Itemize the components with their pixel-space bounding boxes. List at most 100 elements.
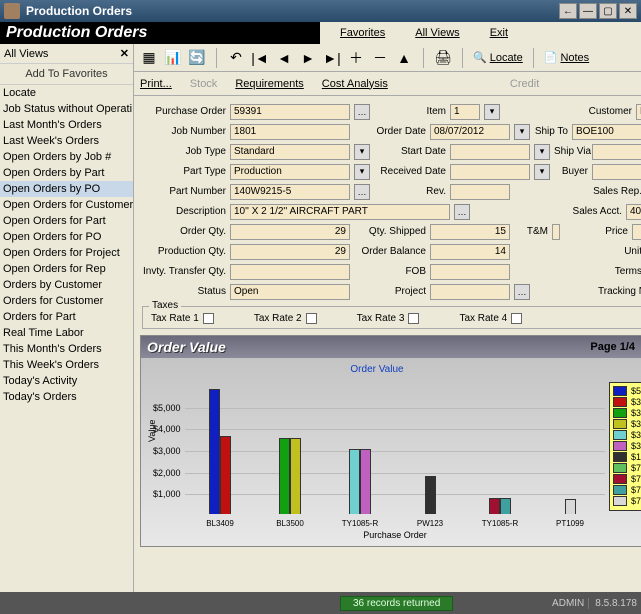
input-customer[interactable]: BOE100 xyxy=(636,104,641,120)
input-tm[interactable] xyxy=(552,224,560,240)
input-project[interactable] xyxy=(430,284,510,300)
picker-receivedDate[interactable]: ▾ xyxy=(534,164,550,180)
dropdown-jobType[interactable]: ▾ xyxy=(354,144,370,160)
sidebar: All Views ✕ Add To Favorites LocateJob S… xyxy=(0,44,134,592)
input-rev[interactable] xyxy=(450,184,510,200)
input-orderBalance[interactable]: 14 xyxy=(430,244,510,260)
input-partNumber[interactable]: 140W9215-5 xyxy=(230,184,350,200)
lookup-partNumber[interactable]: … xyxy=(354,184,370,200)
sidebar-item[interactable]: Open Orders by Job # xyxy=(0,149,133,165)
sidebar-item[interactable]: Open Orders for Project xyxy=(0,245,133,261)
grid-icon[interactable]: ▦ xyxy=(140,49,158,67)
input-status[interactable]: Open xyxy=(230,284,350,300)
tax-rate-4[interactable]: Tax Rate 4 xyxy=(459,313,522,324)
bar xyxy=(349,449,360,514)
label-rev: Rev. xyxy=(374,186,446,197)
sidebar-item[interactable]: Open Orders for Customer xyxy=(0,197,133,213)
input-price[interactable]: $124.78000 xyxy=(632,224,641,240)
lookup-project[interactable]: … xyxy=(514,284,530,300)
input-orderQty[interactable]: 29 xyxy=(230,224,350,240)
input-orderDate[interactable]: 08/07/2012 xyxy=(430,124,510,140)
requirements-link[interactable]: Requirements xyxy=(235,78,303,90)
undo-icon[interactable]: ↶ xyxy=(227,49,245,67)
tax-checkbox-2[interactable] xyxy=(306,313,317,324)
input-jobType[interactable]: Standard xyxy=(230,144,350,160)
input-invtyTransferQty[interactable] xyxy=(230,264,350,280)
sidebar-item[interactable]: Today's Orders xyxy=(0,389,133,405)
notes-link[interactable]: 📄Notes xyxy=(544,51,589,64)
tax-checkbox-3[interactable] xyxy=(408,313,419,324)
label-description: Description xyxy=(142,206,226,217)
sidebar-item[interactable]: Open Orders for PO xyxy=(0,229,133,245)
sidebar-item[interactable]: Orders for Part xyxy=(0,309,133,325)
input-description[interactable]: 10'' X 2 1/2'' AIRCRAFT PART xyxy=(230,204,450,220)
first-icon[interactable]: |◄ xyxy=(251,49,269,67)
picker-orderDate[interactable]: ▾ xyxy=(514,124,530,140)
page-title: Production Orders xyxy=(0,24,320,42)
input-productionQty[interactable]: 29 xyxy=(230,244,350,260)
input-item[interactable]: 1 xyxy=(450,104,480,120)
print-link[interactable]: Print... xyxy=(140,78,172,90)
lookup-description[interactable]: … xyxy=(454,204,470,220)
input-purchaseOrder[interactable]: 59391 xyxy=(230,104,350,120)
input-receivedDate[interactable] xyxy=(450,164,530,180)
menu-allviews[interactable]: All Views xyxy=(415,27,459,39)
picker-item[interactable]: ▾ xyxy=(484,104,500,120)
sidebar-item[interactable]: Open Orders for Part xyxy=(0,213,133,229)
chart-page: Page 1/4 xyxy=(590,341,635,353)
sidebar-item[interactable]: Real Time Labor xyxy=(0,325,133,341)
picker-startDate[interactable]: ▾ xyxy=(534,144,550,160)
minimize-button[interactable]: — xyxy=(579,3,597,19)
input-jobNumber[interactable]: 1801 xyxy=(230,124,350,140)
maximize-button[interactable]: ▢ xyxy=(599,3,617,19)
dropdown-partType[interactable]: ▾ xyxy=(354,164,370,180)
close-button[interactable]: ✕ xyxy=(619,3,637,19)
remove-icon[interactable]: － xyxy=(371,49,389,67)
last-icon[interactable]: ►| xyxy=(323,49,341,67)
tax-rate-2[interactable]: Tax Rate 2 xyxy=(254,313,317,324)
sidebar-item[interactable]: Orders by Customer xyxy=(0,277,133,293)
input-partType[interactable]: Production xyxy=(230,164,350,180)
locate-link[interactable]: 🔍Locate xyxy=(473,51,523,64)
input-shipVia[interactable] xyxy=(592,144,641,160)
sidebar-item[interactable]: Job Status without Operati... xyxy=(0,101,133,117)
sidebar-item[interactable]: Open Orders by Part xyxy=(0,165,133,181)
sidebar-item[interactable]: Last Month's Orders xyxy=(0,117,133,133)
sidebar-item[interactable]: Today's Activity xyxy=(0,373,133,389)
chart-icon[interactable]: 📊 xyxy=(164,49,182,67)
input-fob[interactable] xyxy=(430,264,510,280)
next-icon[interactable]: ► xyxy=(299,49,317,67)
refresh-icon[interactable]: 🔄 xyxy=(188,49,206,67)
bar xyxy=(489,498,500,514)
tax-checkbox-4[interactable] xyxy=(511,313,522,324)
sidebar-item[interactable]: This Week's Orders xyxy=(0,357,133,373)
label-startDate: Start Date xyxy=(374,146,446,157)
tax-rate-3[interactable]: Tax Rate 3 xyxy=(357,313,420,324)
arrow-left-icon[interactable]: ← xyxy=(559,3,577,19)
sidebar-item[interactable]: This Month's Orders xyxy=(0,341,133,357)
input-shipTo[interactable]: BOE100 xyxy=(572,124,641,140)
sidebar-item[interactable]: Open Orders for Rep xyxy=(0,261,133,277)
sidebar-title: All Views xyxy=(4,48,120,60)
tax-rate-1[interactable]: Tax Rate 1 xyxy=(151,313,214,324)
input-qtyShipped[interactable]: 15 xyxy=(430,224,510,240)
print-icon[interactable]: 🖨 xyxy=(434,49,452,67)
input-salesAcct[interactable]: 4000 xyxy=(626,204,641,220)
menu-favorites[interactable]: Favorites xyxy=(340,27,385,39)
input-startDate[interactable] xyxy=(450,144,530,160)
sidebar-item[interactable]: Orders for Customer xyxy=(0,293,133,309)
sidebar-close-icon[interactable]: ✕ xyxy=(120,47,129,60)
add-icon[interactable]: ＋ xyxy=(347,49,365,67)
sidebar-item[interactable]: Last Week's Orders xyxy=(0,133,133,149)
menu-exit[interactable]: Exit xyxy=(490,27,508,39)
tax-checkbox-1[interactable] xyxy=(203,313,214,324)
input-buyer[interactable] xyxy=(592,164,641,180)
add-to-favorites[interactable]: Add To Favorites xyxy=(0,64,133,85)
lookup-purchaseOrder[interactable]: … xyxy=(354,104,370,120)
sidebar-item[interactable]: Locate xyxy=(0,85,133,101)
sidebar-item[interactable]: Open Orders by PO xyxy=(0,181,133,197)
prev-icon[interactable]: ◄ xyxy=(275,49,293,67)
cost-analysis-link[interactable]: Cost Analysis xyxy=(322,78,388,90)
notes-icon: 📄 xyxy=(544,51,558,64)
edit-icon[interactable]: ▲ xyxy=(395,49,413,67)
